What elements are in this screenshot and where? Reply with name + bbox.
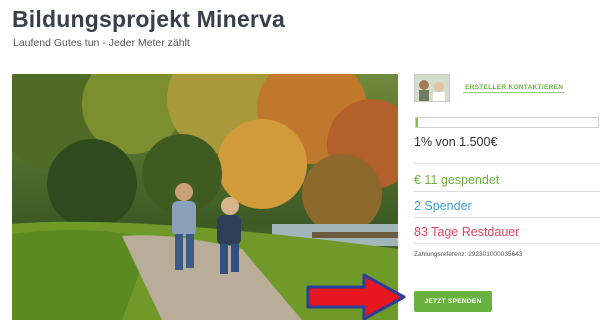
funding-progress-fill [416,118,418,127]
page-title: Bildungsprojekt Minerva [12,6,285,32]
divider [414,217,600,218]
donated-amount: € 11 gespendet [414,173,500,187]
funding-progress-bar [415,117,599,128]
donor-count: 2 Spender [414,199,472,213]
remaining-days: 83 Tage Restdauer [414,225,520,239]
divider [414,243,600,244]
page-subtitle: Laufend Gutes tun - Jeder Meter zählt [13,37,190,49]
payment-reference: Zahlungsreferenz: 292301000035643 [414,251,523,258]
divider [414,163,600,164]
contact-creator-button[interactable]: ERSTELLER KONTAKTIEREN [463,83,566,93]
creator-avatar [414,74,450,102]
red-arrow-icon [306,273,406,325]
funding-status: 1% von 1.500€ [414,135,498,149]
donate-now-button[interactable]: JETZT SPENDEN [414,291,492,312]
divider [414,191,600,192]
